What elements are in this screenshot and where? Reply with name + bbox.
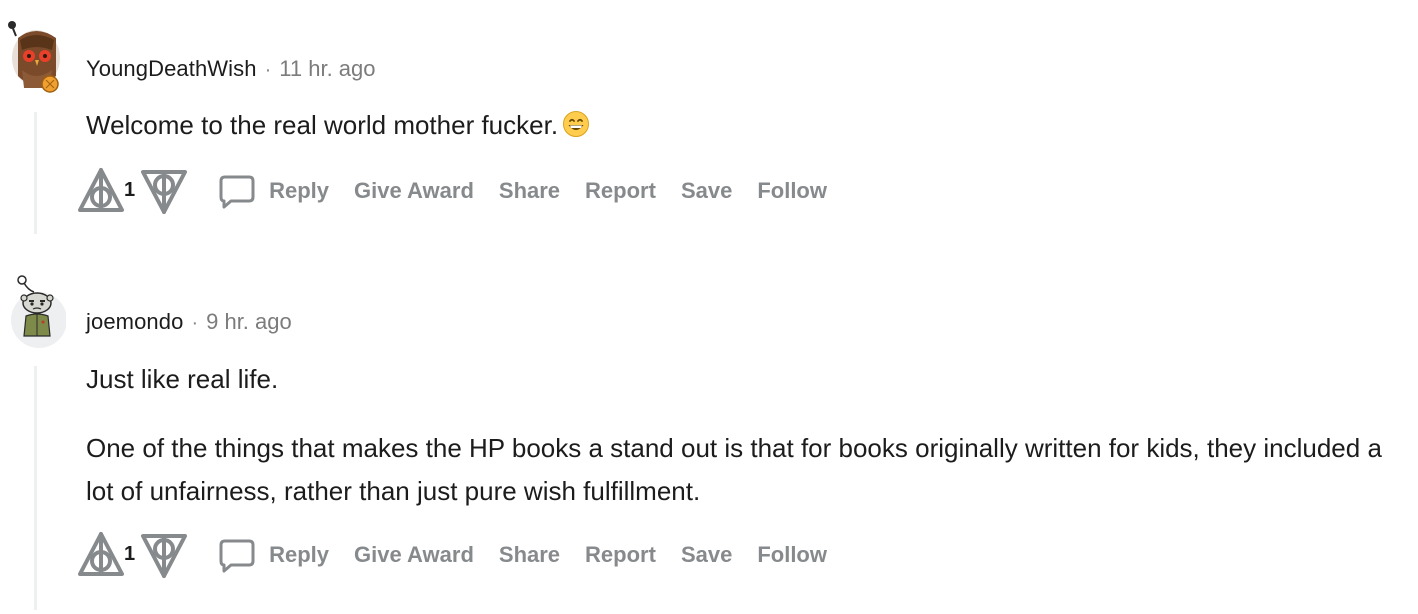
comment: joemondo · 9 hr. ago Just like real life… bbox=[0, 262, 1418, 614]
comment-paragraph: Welcome to the real world mother fucker. bbox=[86, 104, 1396, 147]
comment-actions: 1 Reply Give Award Share Report Save Fol… bbox=[74, 166, 827, 216]
timestamp[interactable]: 9 hr. ago bbox=[206, 309, 292, 335]
report-button[interactable]: Report bbox=[585, 178, 656, 204]
downvote-deathly-hallows-icon[interactable] bbox=[137, 166, 191, 216]
thread-line[interactable] bbox=[34, 366, 37, 610]
comment-text: Welcome to the real world mother fucker. bbox=[86, 110, 559, 140]
comment-bubble-icon bbox=[219, 175, 255, 209]
comment-paragraph: One of the things that makes the HP book… bbox=[86, 433, 1382, 506]
username[interactable]: joemondo bbox=[86, 309, 183, 335]
comment-meta: YoungDeathWish · 11 hr. ago bbox=[86, 56, 376, 82]
comment-body: Just like real life. One of the things t… bbox=[86, 358, 1396, 539]
follow-button[interactable]: Follow bbox=[757, 178, 827, 204]
give-award-button[interactable]: Give Award bbox=[354, 178, 474, 204]
comment-bubble-icon bbox=[219, 539, 255, 573]
save-button[interactable]: Save bbox=[681, 542, 732, 568]
reply-button[interactable]: Reply bbox=[217, 535, 329, 575]
comment: YoungDeathWish · 11 hr. ago Welcome to t… bbox=[0, 0, 1418, 240]
owl-avatar[interactable] bbox=[6, 16, 66, 96]
reply-button[interactable]: Reply bbox=[217, 171, 329, 211]
comment-actions: 1 Reply Give Award Share Report Save Fol… bbox=[74, 530, 827, 580]
vote-count: 1 bbox=[124, 178, 136, 201]
share-button[interactable]: Share bbox=[499, 542, 560, 568]
save-button[interactable]: Save bbox=[681, 178, 732, 204]
thread-line[interactable] bbox=[34, 112, 37, 234]
upvote-deathly-hallows-icon[interactable] bbox=[74, 530, 128, 580]
grinning-face-icon bbox=[563, 111, 590, 137]
follow-button[interactable]: Follow bbox=[757, 542, 827, 568]
comment-body: Welcome to the real world mother fucker. bbox=[86, 104, 1396, 173]
report-button[interactable]: Report bbox=[585, 542, 656, 568]
reply-label[interactable]: Reply bbox=[269, 542, 329, 568]
reply-label[interactable]: Reply bbox=[269, 178, 329, 204]
timestamp[interactable]: 11 hr. ago bbox=[279, 56, 375, 82]
meta-separator: · bbox=[191, 312, 199, 334]
username[interactable]: YoungDeathWish bbox=[86, 56, 257, 82]
share-button[interactable]: Share bbox=[499, 178, 560, 204]
comment-paragraph: Just like real life. bbox=[86, 364, 279, 394]
upvote-deathly-hallows-icon[interactable] bbox=[74, 166, 128, 216]
snoo-avatar[interactable] bbox=[6, 272, 66, 352]
meta-separator: · bbox=[264, 59, 272, 81]
comment-meta: joemondo · 9 hr. ago bbox=[86, 309, 292, 335]
vote-count: 1 bbox=[124, 542, 136, 565]
give-award-button[interactable]: Give Award bbox=[354, 542, 474, 568]
downvote-deathly-hallows-icon[interactable] bbox=[137, 530, 191, 580]
